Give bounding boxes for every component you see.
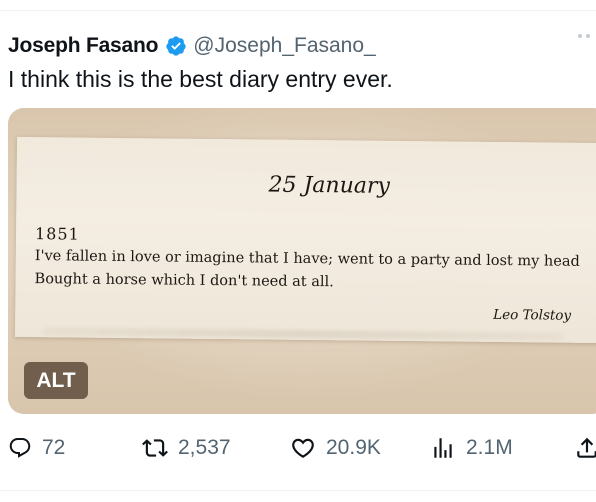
share-button[interactable] — [574, 432, 596, 464]
views-button[interactable]: 2.1M — [430, 432, 513, 464]
tweet-action-bar: 72 2,537 20.9K 2.1M — [0, 432, 596, 464]
views-chart-icon — [434, 438, 452, 458]
reply-count: 72 — [42, 436, 66, 459]
verified-badge-icon[interactable] — [165, 35, 187, 57]
author-handle[interactable]: @Joseph_Fasano_ — [193, 34, 375, 58]
bottom-divider — [0, 490, 596, 491]
like-count: 20.9K — [326, 436, 381, 459]
diary-line-2: Bought a horse which I don't need at all… — [34, 271, 334, 291]
diary-line-1: I've fallen in love or imagine that I ha… — [34, 248, 580, 270]
tweet-media-image[interactable]: 25 January 1851 I've fallen in love or i… — [8, 108, 596, 414]
diary-page: 25 January 1851 I've fallen in love or i… — [14, 136, 596, 344]
more-options-icon[interactable] — [578, 34, 590, 38]
author-name[interactable]: Joseph Fasano — [8, 34, 158, 58]
diary-year: 1851 — [34, 224, 80, 244]
alt-text-button[interactable]: ALT — [24, 362, 88, 399]
tweet-header: Joseph Fasano @Joseph_Fasano_ — [8, 34, 376, 58]
top-divider — [0, 10, 596, 11]
retweet-icon — [142, 439, 168, 457]
reply-icon — [9, 438, 31, 458]
heart-icon — [292, 438, 314, 458]
share-icon — [577, 437, 596, 458]
diary-signature: Leo Tolstoy — [493, 306, 572, 324]
tweet-text: I think this is the best diary entry eve… — [8, 66, 393, 92]
like-button[interactable]: 20.9K — [290, 432, 381, 464]
retweet-count: 2,537 — [178, 436, 231, 459]
views-count: 2.1M — [466, 436, 513, 459]
retweet-button[interactable]: 2,537 — [142, 432, 231, 464]
diary-date-title: 25 January — [268, 172, 391, 199]
reply-button[interactable]: 72 — [8, 432, 65, 464]
